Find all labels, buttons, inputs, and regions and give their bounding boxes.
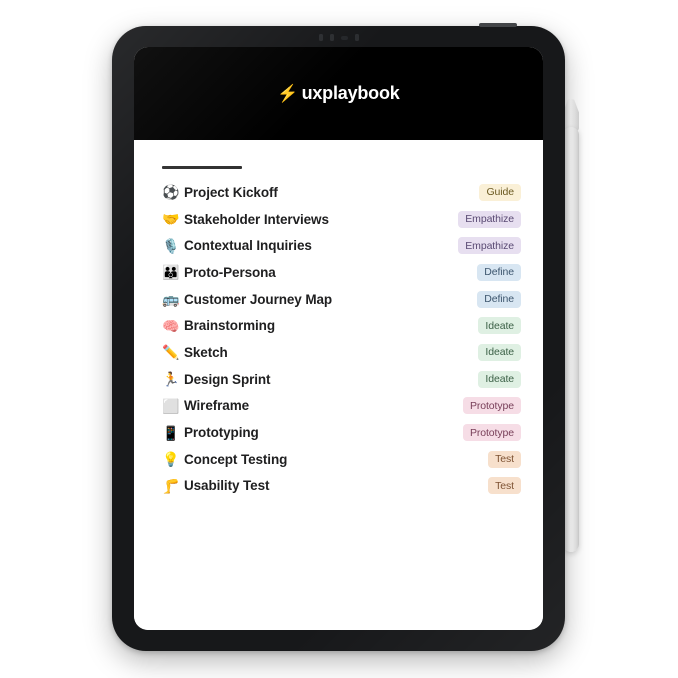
task-stage-badge: Empathize bbox=[458, 237, 521, 255]
task-label: Prototyping bbox=[184, 425, 259, 441]
task-stage-badge: Define bbox=[477, 290, 521, 308]
bus-icon: 🚌 bbox=[162, 291, 180, 308]
task-label: Stakeholder Interviews bbox=[184, 211, 329, 227]
task-row[interactable]: 🎙️ Contextual Inquiries Empathize bbox=[152, 232, 525, 259]
task-stage-badge: Test bbox=[488, 477, 521, 495]
power-button[interactable] bbox=[479, 23, 517, 27]
app-content: ⚽ Project Kickoff Guide 🤝 Stakeholder Interv… bbox=[134, 140, 543, 630]
task-label: Project Kickoff bbox=[184, 184, 278, 200]
tablet-screen: ⚡ uxplaybook ⚽ Project Kickoff Guide 🤝 Stake… bbox=[134, 47, 543, 630]
runner-icon: 🏃 bbox=[162, 371, 180, 388]
microphone-icon: 🎙️ bbox=[162, 237, 180, 254]
tablet-device: ⚡ uxplaybook ⚽ Project Kickoff Guide 🤝 Stake… bbox=[112, 23, 565, 651]
family-icon: 👪 bbox=[162, 264, 180, 281]
task-row[interactable]: ⚽ Project Kickoff Guide bbox=[152, 179, 525, 206]
task-label: Sketch bbox=[184, 344, 228, 360]
task-label: Contextual Inquiries bbox=[184, 238, 312, 254]
task-row[interactable]: ✏️ Sketch Ideate bbox=[152, 339, 525, 366]
task-row[interactable]: 🦵 Usability Test Test bbox=[152, 473, 525, 500]
screenshot-stage: ⚡ uxplaybook ⚽ Project Kickoff Guide 🤝 Stake… bbox=[0, 0, 678, 678]
task-row[interactable]: 🏃 Design Sprint Ideate bbox=[152, 366, 525, 393]
task-stage-badge: Ideate bbox=[478, 370, 521, 388]
brand-logo[interactable]: ⚡ uxplaybook bbox=[277, 83, 399, 104]
sensor-icon bbox=[354, 34, 359, 41]
sensor-icon bbox=[329, 34, 334, 41]
task-row[interactable]: 🧠 Brainstorming Ideate bbox=[152, 312, 525, 339]
sensor-icon bbox=[318, 34, 323, 41]
task-row[interactable]: 🚌 Customer Journey Map Define bbox=[152, 286, 525, 313]
task-row[interactable]: ⬜ Wireframe Prototype bbox=[152, 393, 525, 420]
task-stage-badge: Prototype bbox=[462, 397, 521, 415]
task-stage-badge: Empathize bbox=[458, 210, 521, 228]
task-list: ⚽ Project Kickoff Guide 🤝 Stakeholder Interv… bbox=[152, 179, 525, 499]
task-label: Proto-Persona bbox=[184, 264, 276, 280]
task-stage-badge: Guide bbox=[479, 183, 521, 201]
task-stage-badge: Test bbox=[488, 450, 521, 468]
section-divider bbox=[162, 166, 242, 169]
task-label: Wireframe bbox=[184, 398, 250, 414]
brand-name: uxplaybook bbox=[301, 83, 400, 103]
mobile-phone-icon: 📱 bbox=[162, 424, 180, 441]
brain-icon: 🧠 bbox=[162, 317, 180, 334]
lightbulb-icon: 💡 bbox=[162, 451, 180, 468]
task-label: Concept Testing bbox=[184, 451, 288, 467]
task-stage-badge: Ideate bbox=[478, 343, 521, 361]
leg-icon: 🦵 bbox=[162, 477, 180, 494]
handshake-icon: 🤝 bbox=[162, 211, 180, 228]
sensor-array bbox=[318, 34, 359, 41]
front-camera-icon bbox=[340, 35, 348, 40]
task-row[interactable]: 📱 Prototyping Prototype bbox=[152, 419, 525, 446]
task-row[interactable]: 🤝 Stakeholder Interviews Empathize bbox=[152, 206, 525, 233]
task-stage-badge: Ideate bbox=[478, 317, 521, 335]
app-header: ⚡ uxplaybook bbox=[134, 47, 543, 140]
task-label: Design Sprint bbox=[184, 371, 271, 387]
soccer-ball-icon: ⚽ bbox=[162, 184, 180, 201]
task-label: Brainstorming bbox=[184, 318, 275, 334]
task-label: Usability Test bbox=[184, 478, 270, 494]
task-stage-badge: Prototype bbox=[462, 424, 521, 442]
task-label: Customer Journey Map bbox=[184, 291, 333, 307]
white-square-icon: ⬜ bbox=[162, 397, 180, 414]
stylus-pen[interactable] bbox=[563, 127, 579, 552]
task-row[interactable]: 👪 Proto-Persona Define bbox=[152, 259, 525, 286]
task-stage-badge: Define bbox=[477, 263, 521, 281]
lightning-bolt-icon: ⚡ bbox=[277, 84, 299, 103]
pencil-icon: ✏️ bbox=[162, 344, 180, 361]
task-row[interactable]: 💡 Concept Testing Test bbox=[152, 446, 525, 473]
